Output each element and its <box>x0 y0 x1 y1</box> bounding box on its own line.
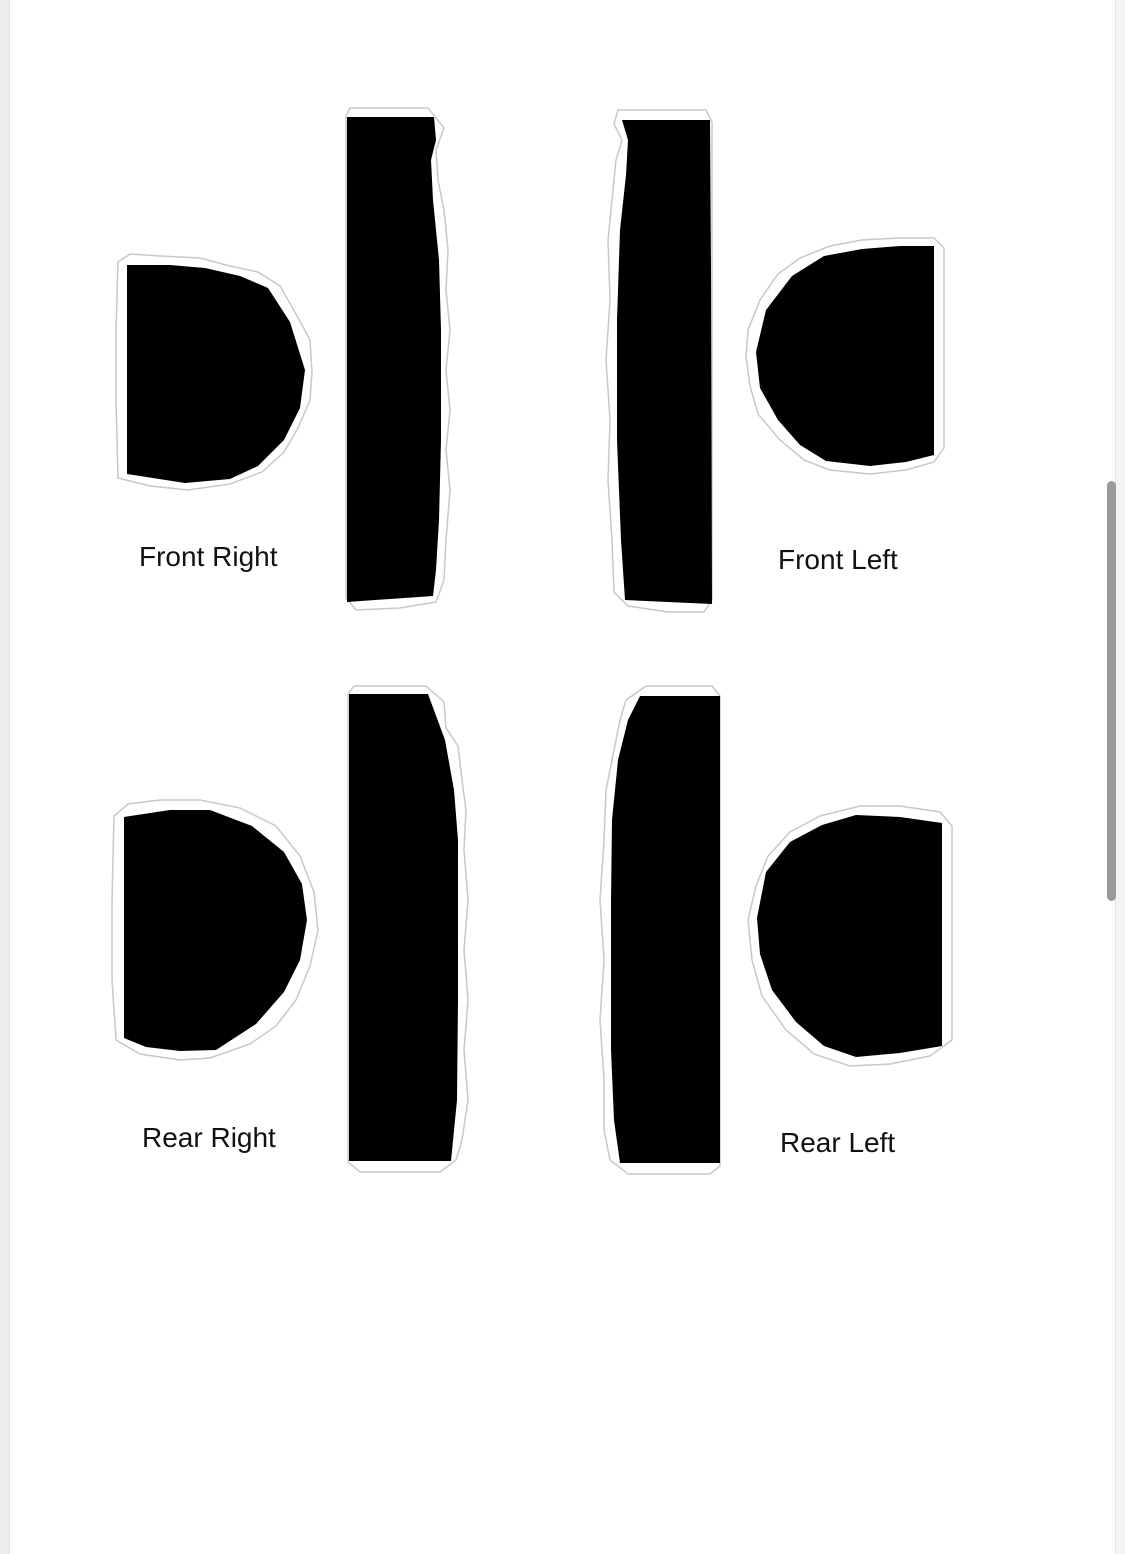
label-front-left: Front Left <box>778 544 898 575</box>
label-rear-left: Rear Left <box>780 1127 896 1158</box>
label-rear-right: Rear Right <box>142 1122 276 1153</box>
scrollbar-track[interactable] <box>1116 0 1125 1554</box>
label-front-right: Front Right <box>139 541 278 572</box>
scrollbar-thumb[interactable] <box>1107 481 1116 901</box>
document-viewport: Front Right Front Left Rear Right Rear L… <box>0 0 1125 1554</box>
document-page <box>9 0 1116 1554</box>
